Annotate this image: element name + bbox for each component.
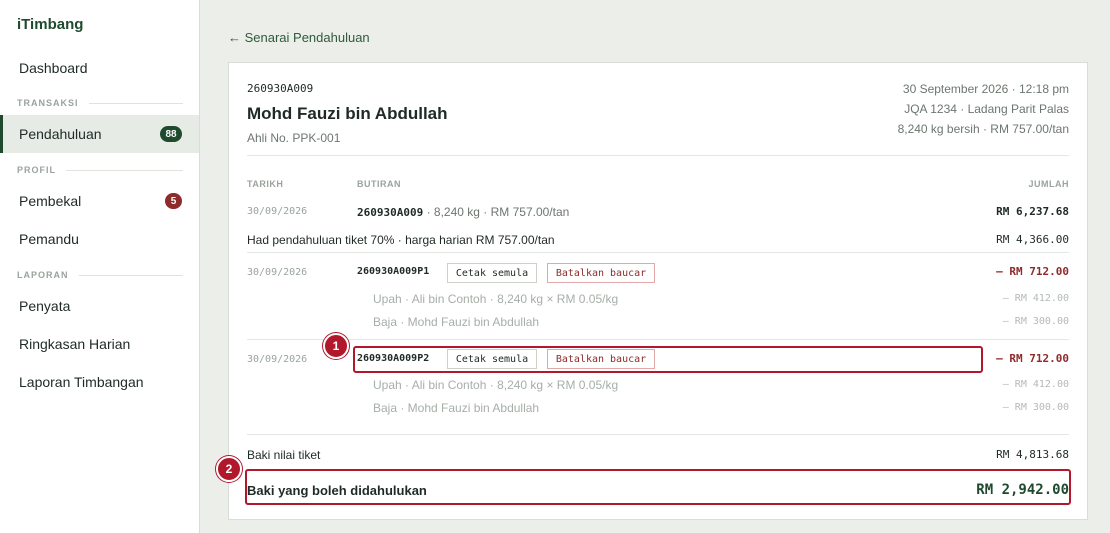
divider bbox=[247, 434, 1069, 435]
section-label-laporan: LAPORAN bbox=[17, 270, 183, 280]
highlight-box-2 bbox=[245, 469, 1071, 505]
voucher-amount: – RM 712.00 bbox=[996, 352, 1069, 365]
sidebar-item-pendahuluan[interactable]: Pendahuluan 88 bbox=[0, 115, 199, 153]
voucher-line-fertilizer: Baja · Mohd Fauzi bin Abdullah bbox=[373, 315, 540, 329]
highlight-box-1 bbox=[353, 346, 983, 373]
advance-detail-card: 260930A009 Mohd Fauzi bin Abdullah Ahli … bbox=[228, 62, 1088, 520]
voucher-line-wage-amount: – RM 412.00 bbox=[1002, 293, 1069, 304]
back-link[interactable]: ← Senarai Pendahuluan bbox=[228, 30, 370, 45]
sidebar: iTimbang Dashboard TRANSAKSI Pendahuluan… bbox=[0, 0, 200, 533]
voucher-date: 30/09/2026 bbox=[247, 267, 308, 278]
column-header-item: BUTIRAN bbox=[357, 179, 401, 189]
marker-badge-1: 1 bbox=[323, 333, 349, 359]
cancel-voucher-button[interactable]: Batalkan baucar bbox=[547, 263, 655, 283]
sidebar-item-label: Pemandu bbox=[19, 231, 79, 247]
row-date: 30/09/2026 bbox=[247, 206, 308, 217]
column-header-amount: JUMLAH bbox=[1028, 179, 1069, 189]
sidebar-item-label: Dashboard bbox=[19, 60, 88, 76]
ticket-datetime: 30 September 2026 · 12:18 pm bbox=[902, 82, 1069, 96]
ticket-code: 260930A009 bbox=[357, 206, 424, 219]
sidebar-item-label: Pendahuluan bbox=[19, 126, 102, 142]
balance-label: Baki nilai tiket bbox=[247, 448, 321, 462]
voucher-date: 30/09/2026 bbox=[247, 354, 308, 365]
app-logo[interactable]: iTimbang bbox=[17, 16, 83, 33]
row-detail: 260930A009 · 8,240 kg · RM 757.00/tan bbox=[357, 205, 569, 219]
member-number: Ahli No. PPK-001 bbox=[247, 131, 341, 145]
sidebar-item-label: Laporan Timbangan bbox=[19, 374, 144, 390]
divider bbox=[247, 339, 1069, 340]
sidebar-item-pembekal[interactable]: Pembekal 5 bbox=[0, 182, 199, 220]
balance-amount: RM 4,813.68 bbox=[996, 448, 1069, 461]
voucher-line-wage: Upah · Ali bin Contoh · 8,240 kg × RM 0.… bbox=[373, 292, 619, 306]
sidebar-item-ringkasan-harian[interactable]: Ringkasan Harian bbox=[0, 325, 199, 363]
sidebar-item-penyata[interactable]: Penyata bbox=[0, 287, 199, 325]
sidebar-item-pemandu[interactable]: Pemandu bbox=[0, 220, 199, 258]
sidebar-item-label: Pembekal bbox=[19, 193, 82, 209]
sidebar-item-label: Ringkasan Harian bbox=[19, 336, 131, 352]
voucher-line-wage-amount: – RM 412.00 bbox=[1002, 379, 1069, 390]
voucher-line-wage: Upah · Ali bin Contoh · 8,240 kg × RM 0.… bbox=[373, 378, 619, 392]
sidebar-item-label: Penyata bbox=[19, 298, 71, 314]
supplier-name: Mohd Fauzi bin Abdullah bbox=[247, 104, 448, 123]
reprint-button[interactable]: Cetak semula bbox=[447, 263, 537, 283]
divider bbox=[247, 252, 1069, 253]
count-badge: 5 bbox=[165, 193, 182, 209]
voucher-amount: – RM 712.00 bbox=[996, 265, 1069, 278]
voucher-line-fertilizer-amount: – RM 300.00 bbox=[1002, 402, 1069, 413]
advance-limit-amount: RM 4,366.00 bbox=[996, 233, 1069, 246]
count-badge: 88 bbox=[160, 126, 182, 142]
section-label-profil: PROFIL bbox=[17, 165, 183, 175]
row-amount: RM 6,237.68 bbox=[996, 205, 1069, 218]
section-label-transaksi: TRANSAKSI bbox=[17, 98, 183, 108]
sidebar-item-dashboard[interactable]: Dashboard bbox=[0, 49, 199, 87]
ticket-detail: · 8,240 kg · RM 757.00/tan bbox=[423, 205, 570, 219]
advance-limit-text: Had pendahuluan tiket 70% · harga harian… bbox=[247, 233, 555, 247]
marker-badge-2: 2 bbox=[216, 456, 242, 482]
sidebar-item-laporan-timbangan[interactable]: Laporan Timbangan bbox=[0, 363, 199, 401]
column-header-date: TARIKH bbox=[247, 179, 284, 189]
voucher-line-fertilizer: Baja · Mohd Fauzi bin Abdullah bbox=[373, 401, 540, 415]
voucher-code: 260930A009P1 bbox=[357, 266, 430, 277]
ticket-id: 260930A009 bbox=[247, 82, 314, 95]
ticket-weight: 8,240 kg bersih · RM 757.00/tan bbox=[897, 122, 1069, 136]
ticket-vehicle: JQA 1234 · Ladang Parit Palas bbox=[904, 102, 1069, 116]
divider bbox=[247, 155, 1069, 156]
voucher-line-fertilizer-amount: – RM 300.00 bbox=[1002, 316, 1069, 327]
